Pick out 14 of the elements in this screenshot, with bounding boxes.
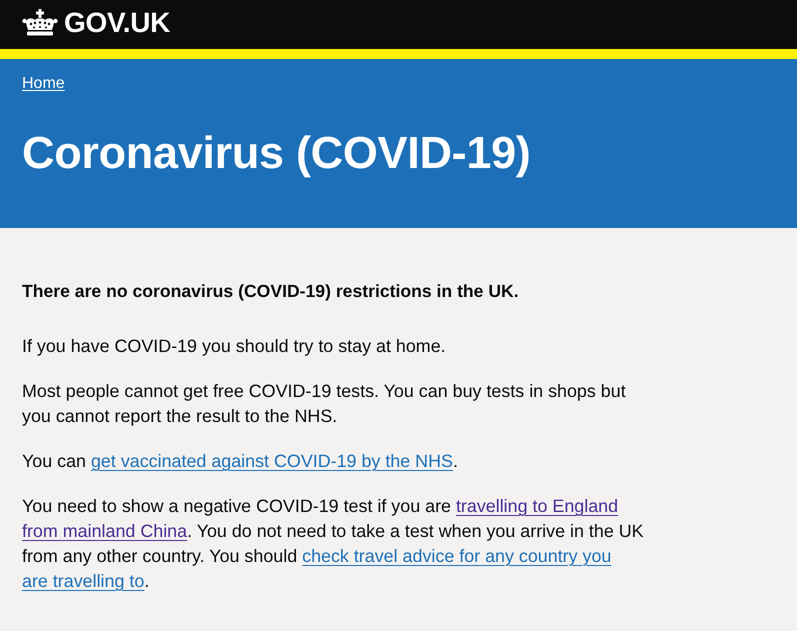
body-paragraph: If you have COVID-19 you should try to stay at home.	[22, 335, 446, 358]
inline-link[interactable]: check travel advice for any country you	[302, 546, 612, 566]
page-title: Coronavirus (COVID-19)	[22, 128, 530, 178]
inline-link[interactable]: travelling to England	[456, 496, 618, 516]
body-paragraph: You can get vaccinated against COVID-19 by the NHS.	[22, 450, 458, 473]
crown-icon	[22, 9, 58, 37]
body-paragraph: You need to show a negative COVID-19 test if you are travelling to England from mainland China. You do not need to take a test when you arrive in the UK from any other country. You should check travel advice for any country you are travelling to.	[22, 495, 644, 593]
inline-link[interactable]: from mainland China	[22, 521, 188, 541]
inline-link[interactable]: get vaccinated against COVID-19 by the NHS	[90, 451, 453, 471]
lead-paragraph: There are no coronavirus (COVID-19) restrictions in the UK.	[22, 280, 519, 303]
breadcrumb-link[interactable]: Home	[22, 74, 65, 94]
inline-link[interactable]: are travelling to	[22, 571, 144, 591]
body-paragraph: Most people cannot get free COVID-19 tests. You can buy tests in shops but you cannot report the result to the NHS.	[22, 380, 626, 428]
govuk-logo-link[interactable]: GOV.UK	[22, 7, 170, 39]
